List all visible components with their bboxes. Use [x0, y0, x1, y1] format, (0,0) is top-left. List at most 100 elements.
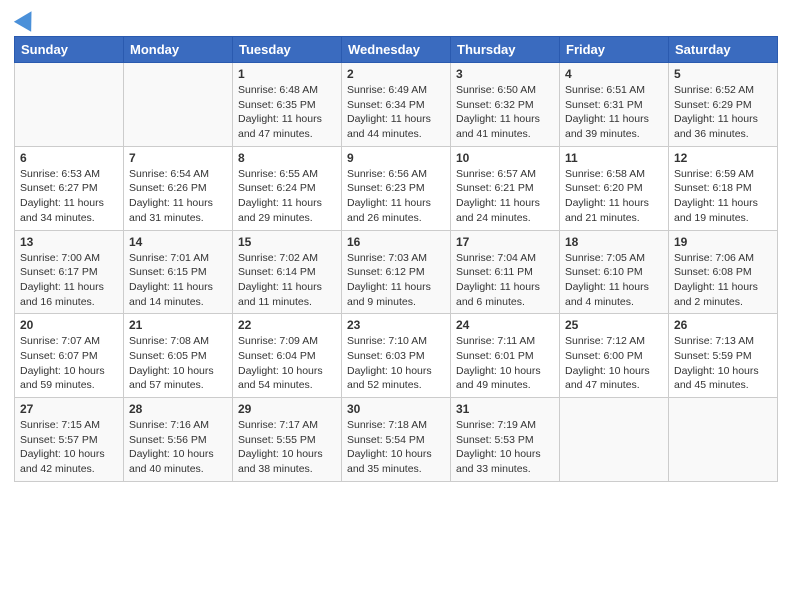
calendar-table: SundayMondayTuesdayWednesdayThursdayFrid… [14, 36, 778, 482]
calendar-cell [560, 398, 669, 482]
day-header-wednesday: Wednesday [342, 37, 451, 63]
calendar-cell: 21 Sunrise: 7:08 AM Sunset: 6:05 PM Dayli… [124, 314, 233, 398]
logo-triangle-icon [14, 6, 40, 32]
calendar-cell: 1Sunrise: 6:48 AM Sunset: 6:35 PM Daylig… [233, 63, 342, 147]
day-info: Sunrise: 7:12 AM Sunset: 6:00 PM Dayligh… [565, 334, 663, 393]
calendar-cell: 12 Sunrise: 6:59 AM Sunset: 6:18 PM Dayli… [669, 146, 778, 230]
day-info: Sunrise: 6:50 AM Sunset: 6:32 PM Dayligh… [456, 83, 554, 142]
day-info: Sunrise: 7:11 AM Sunset: 6:01 PM Dayligh… [456, 334, 554, 393]
calendar-cell: 30 Sunrise: 7:18 AM Sunset: 5:54 PM Dayli… [342, 398, 451, 482]
calendar-cell: 28 Sunrise: 7:16 AM Sunset: 5:56 PM Dayli… [124, 398, 233, 482]
calendar-cell: 8 Sunrise: 6:55 AM Sunset: 6:24 PM Daylig… [233, 146, 342, 230]
calendar-cell: 29 Sunrise: 7:17 AM Sunset: 5:55 PM Dayli… [233, 398, 342, 482]
calendar-cell: 20 Sunrise: 7:07 AM Sunset: 6:07 PM Dayli… [15, 314, 124, 398]
calendar-cell: 6 Sunrise: 6:53 AM Sunset: 6:27 PM Daylig… [15, 146, 124, 230]
day-number: 6 [20, 151, 118, 165]
calendar-cell: 10Sunrise: 6:57 AM Sunset: 6:21 PM Dayli… [451, 146, 560, 230]
calendar-cell: 13 Sunrise: 7:00 AM Sunset: 6:17 PM Dayli… [15, 230, 124, 314]
day-info: Sunrise: 6:53 AM Sunset: 6:27 PM Dayligh… [20, 167, 118, 226]
day-number: 4 [565, 67, 663, 81]
day-number: 13 [20, 235, 118, 249]
day-number: 16 [347, 235, 445, 249]
calendar-page: SundayMondayTuesdayWednesdayThursdayFrid… [0, 0, 792, 496]
day-info: Sunrise: 6:55 AM Sunset: 6:24 PM Dayligh… [238, 167, 336, 226]
day-number: 29 [238, 402, 336, 416]
day-info: Sunrise: 6:59 AM Sunset: 6:18 PM Dayligh… [674, 167, 772, 226]
day-number: 22 [238, 318, 336, 332]
day-header-tuesday: Tuesday [233, 37, 342, 63]
day-header-sunday: Sunday [15, 37, 124, 63]
calendar-cell: 27 Sunrise: 7:15 AM Sunset: 5:57 PM Dayli… [15, 398, 124, 482]
day-info: Sunrise: 6:58 AM Sunset: 6:20 PM Dayligh… [565, 167, 663, 226]
day-info: Sunrise: 7:09 AM Sunset: 6:04 PM Dayligh… [238, 334, 336, 393]
header [14, 10, 778, 28]
calendar-row-2: 6 Sunrise: 6:53 AM Sunset: 6:27 PM Daylig… [15, 146, 778, 230]
day-info: Sunrise: 7:19 AM Sunset: 5:53 PM Dayligh… [456, 418, 554, 477]
day-info: Sunrise: 7:15 AM Sunset: 5:57 PM Dayligh… [20, 418, 118, 477]
calendar-cell: 17Sunrise: 7:04 AM Sunset: 6:11 PM Dayli… [451, 230, 560, 314]
calendar-cell: 11 Sunrise: 6:58 AM Sunset: 6:20 PM Dayli… [560, 146, 669, 230]
day-header-thursday: Thursday [451, 37, 560, 63]
day-info: Sunrise: 6:49 AM Sunset: 6:34 PM Dayligh… [347, 83, 445, 142]
day-number: 28 [129, 402, 227, 416]
calendar-cell: 19Sunrise: 7:06 AM Sunset: 6:08 PM Dayli… [669, 230, 778, 314]
day-info: Sunrise: 7:17 AM Sunset: 5:55 PM Dayligh… [238, 418, 336, 477]
day-number: 5 [674, 67, 772, 81]
day-info: Sunrise: 7:08 AM Sunset: 6:05 PM Dayligh… [129, 334, 227, 393]
calendar-cell: 18Sunrise: 7:05 AM Sunset: 6:10 PM Dayli… [560, 230, 669, 314]
calendar-cell: 14Sunrise: 7:01 AM Sunset: 6:15 PM Dayli… [124, 230, 233, 314]
calendar-row-3: 13 Sunrise: 7:00 AM Sunset: 6:17 PM Dayli… [15, 230, 778, 314]
calendar-cell [15, 63, 124, 147]
day-header-saturday: Saturday [669, 37, 778, 63]
header-row: SundayMondayTuesdayWednesdayThursdayFrid… [15, 37, 778, 63]
calendar-cell: 9 Sunrise: 6:56 AM Sunset: 6:23 PM Daylig… [342, 146, 451, 230]
day-number: 19 [674, 235, 772, 249]
day-info: Sunrise: 7:10 AM Sunset: 6:03 PM Dayligh… [347, 334, 445, 393]
calendar-cell: 4 Sunrise: 6:51 AM Sunset: 6:31 PM Daylig… [560, 63, 669, 147]
calendar-cell: 7 Sunrise: 6:54 AM Sunset: 6:26 PM Daylig… [124, 146, 233, 230]
day-header-friday: Friday [560, 37, 669, 63]
day-info: Sunrise: 7:03 AM Sunset: 6:12 PM Dayligh… [347, 251, 445, 310]
day-number: 31 [456, 402, 554, 416]
day-info: Sunrise: 7:18 AM Sunset: 5:54 PM Dayligh… [347, 418, 445, 477]
calendar-cell: 2 Sunrise: 6:49 AM Sunset: 6:34 PM Daylig… [342, 63, 451, 147]
calendar-row-1: 1Sunrise: 6:48 AM Sunset: 6:35 PM Daylig… [15, 63, 778, 147]
calendar-cell: 5 Sunrise: 6:52 AM Sunset: 6:29 PM Daylig… [669, 63, 778, 147]
day-number: 30 [347, 402, 445, 416]
day-info: Sunrise: 6:51 AM Sunset: 6:31 PM Dayligh… [565, 83, 663, 142]
calendar-row-4: 20 Sunrise: 7:07 AM Sunset: 6:07 PM Dayli… [15, 314, 778, 398]
calendar-cell: 24 Sunrise: 7:11 AM Sunset: 6:01 PM Dayli… [451, 314, 560, 398]
calendar-cell: 31 Sunrise: 7:19 AM Sunset: 5:53 PM Dayli… [451, 398, 560, 482]
day-info: Sunrise: 7:00 AM Sunset: 6:17 PM Dayligh… [20, 251, 118, 310]
day-info: Sunrise: 7:02 AM Sunset: 6:14 PM Dayligh… [238, 251, 336, 310]
day-number: 7 [129, 151, 227, 165]
calendar-cell: 23Sunrise: 7:10 AM Sunset: 6:03 PM Dayli… [342, 314, 451, 398]
day-info: Sunrise: 7:01 AM Sunset: 6:15 PM Dayligh… [129, 251, 227, 310]
day-number: 12 [674, 151, 772, 165]
day-info: Sunrise: 6:57 AM Sunset: 6:21 PM Dayligh… [456, 167, 554, 226]
calendar-cell: 3Sunrise: 6:50 AM Sunset: 6:32 PM Daylig… [451, 63, 560, 147]
day-info: Sunrise: 6:56 AM Sunset: 6:23 PM Dayligh… [347, 167, 445, 226]
calendar-cell: 26Sunrise: 7:13 AM Sunset: 5:59 PM Dayli… [669, 314, 778, 398]
day-number: 25 [565, 318, 663, 332]
day-number: 17 [456, 235, 554, 249]
day-number: 2 [347, 67, 445, 81]
day-number: 9 [347, 151, 445, 165]
day-number: 21 [129, 318, 227, 332]
day-info: Sunrise: 7:05 AM Sunset: 6:10 PM Dayligh… [565, 251, 663, 310]
day-header-monday: Monday [124, 37, 233, 63]
day-number: 11 [565, 151, 663, 165]
day-number: 26 [674, 318, 772, 332]
calendar-cell [669, 398, 778, 482]
day-number: 24 [456, 318, 554, 332]
day-info: Sunrise: 7:07 AM Sunset: 6:07 PM Dayligh… [20, 334, 118, 393]
day-number: 8 [238, 151, 336, 165]
day-info: Sunrise: 6:54 AM Sunset: 6:26 PM Dayligh… [129, 167, 227, 226]
calendar-cell: 15 Sunrise: 7:02 AM Sunset: 6:14 PM Dayli… [233, 230, 342, 314]
day-number: 27 [20, 402, 118, 416]
day-info: Sunrise: 6:52 AM Sunset: 6:29 PM Dayligh… [674, 83, 772, 142]
day-info: Sunrise: 7:16 AM Sunset: 5:56 PM Dayligh… [129, 418, 227, 477]
day-number: 20 [20, 318, 118, 332]
day-info: Sunrise: 6:48 AM Sunset: 6:35 PM Dayligh… [238, 83, 336, 142]
day-number: 15 [238, 235, 336, 249]
